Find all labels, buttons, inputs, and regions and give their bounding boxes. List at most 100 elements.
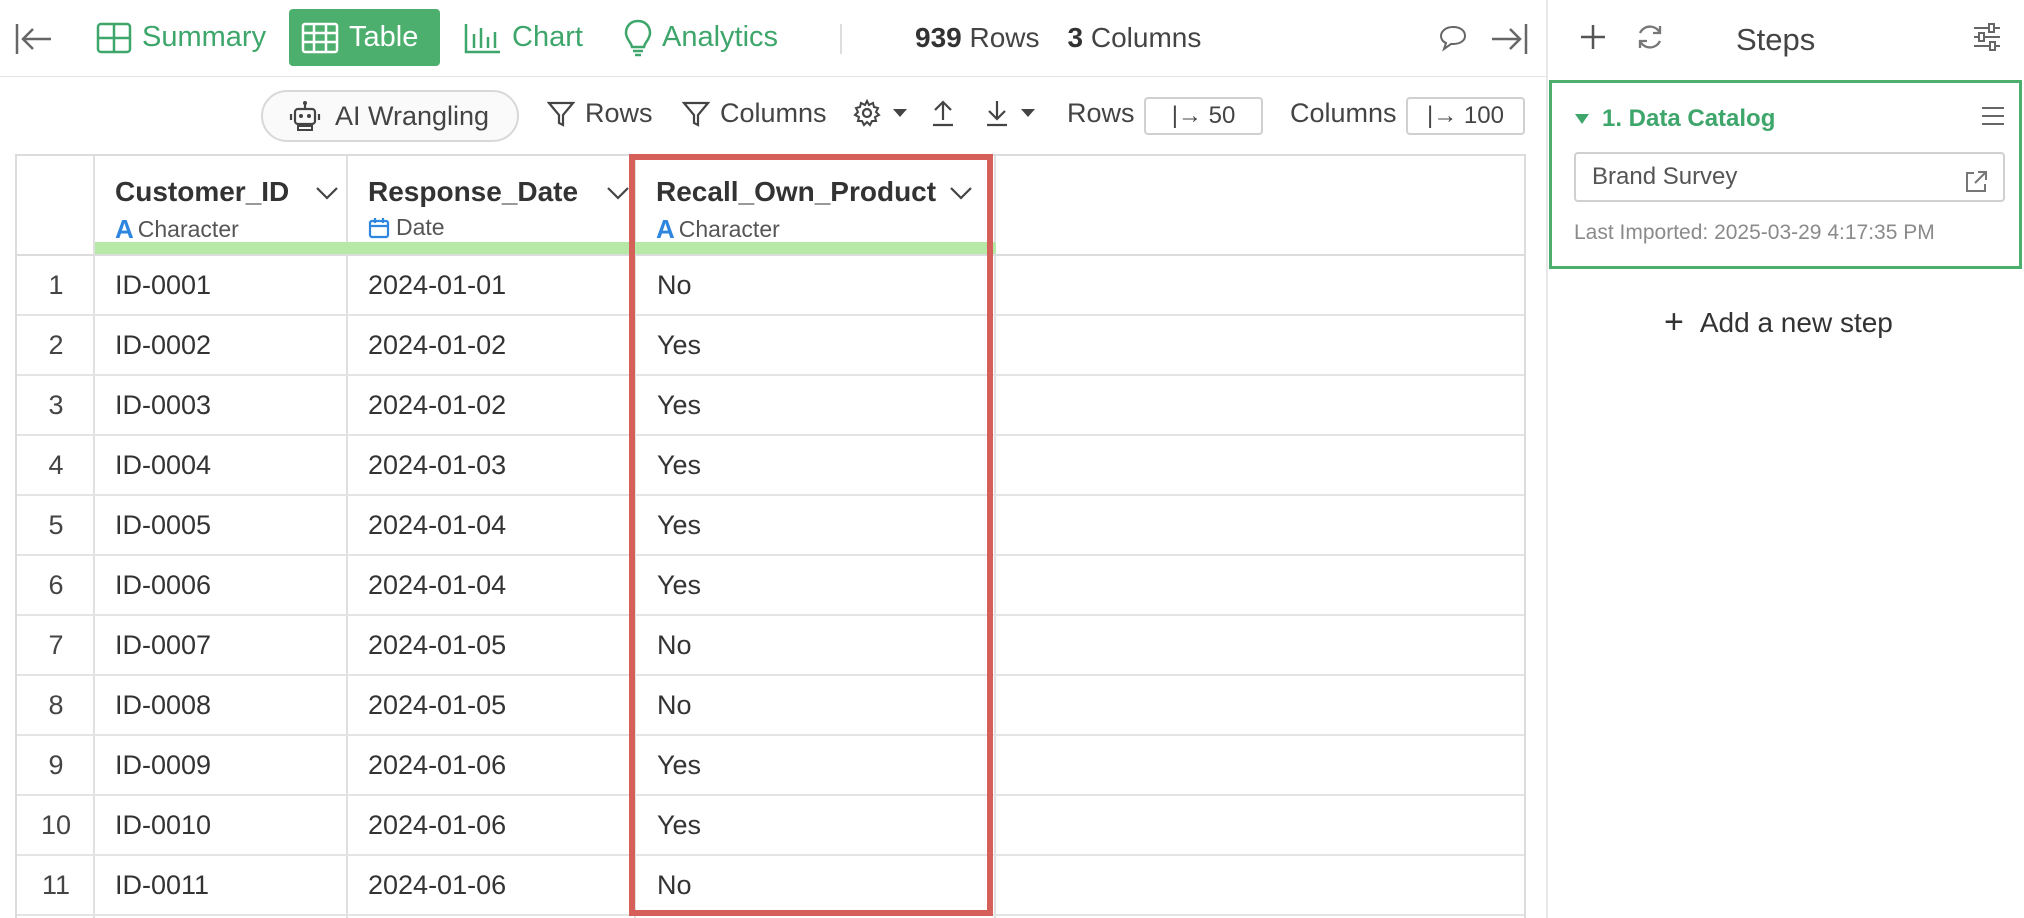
app-window: Summary Table Chart Analytics 939 Rows 3 … [0,0,2024,918]
customer-id-cell[interactable]: ID-0001 [115,256,211,314]
customer-id-cell[interactable]: ID-0008 [115,676,211,734]
catalog-source-name: Brand Survey [1592,163,1738,190]
response-date-cell[interactable]: 2024-01-06 [368,856,506,914]
chart-icon [464,23,500,53]
rows-limit-input[interactable]: |→ 50 [1144,97,1263,135]
caret-down-icon [893,109,907,117]
sliders-icon[interactable] [1972,22,2002,57]
collapse-right-icon[interactable] [1489,22,1529,61]
column-type: Date [368,214,445,241]
response-date-cell[interactable]: 2024-01-02 [368,376,506,434]
customer-id-cell[interactable]: ID-0010 [115,796,211,854]
collapse-triangle-icon[interactable] [1574,113,1590,125]
plus-icon: + [1664,303,1684,341]
column-name: Customer_ID [115,176,290,207]
rows-filter-label: Rows [585,98,653,128]
top-bar: Summary Table Chart Analytics 939 Rows 3 … [0,0,1546,77]
download-menu-button[interactable] [984,98,1046,128]
add-new-step-button[interactable]: + Add a new step [1664,303,1893,342]
row-column-count: 939 Rows 3 Columns [915,22,1201,54]
customer-id-cell[interactable]: ID-0007 [115,616,211,674]
response-date-cell[interactable]: 2024-01-05 [368,616,506,674]
row-index-cell: 11 [41,870,71,900]
chevron-down-icon[interactable] [606,186,630,200]
columns-count-label: Columns [1090,22,1202,53]
selected-column-highlight [629,154,993,916]
download-icon [987,101,1007,127]
response-date-cell[interactable]: 2024-01-02 [368,316,506,374]
panel-splitter[interactable] [1546,0,1548,918]
response-date-cell[interactable]: 2024-01-06 [368,796,506,854]
customer-id-cell[interactable]: ID-0002 [115,316,211,374]
columns-filter-button[interactable]: Columns [682,98,827,129]
upload-button[interactable] [930,98,966,128]
column-type: A Character [115,214,239,245]
refresh-icon[interactable] [1634,22,1666,57]
row-index-cell: 9 [48,750,64,780]
column-type-label: Character [137,216,239,242]
tab-summary-label: Summary [142,21,267,53]
external-link-icon[interactable] [1963,165,1989,211]
collapse-left-icon[interactable] [14,22,54,56]
catalog-source-field[interactable]: Brand Survey [1574,152,2005,202]
tab-analytics[interactable]: Analytics [612,9,790,66]
last-imported-timestamp: Last Imported: 2025-03-29 4:17:35 PM [1574,221,1935,244]
comment-icon[interactable] [1438,24,1468,57]
steps-panel-header: Steps [1548,0,2024,77]
columns-limit-label: Columns [1290,98,1397,128]
character-type-icon: A [115,214,134,244]
steps-title: Steps [1736,22,1816,57]
row-index-cell: 8 [48,690,64,720]
tab-table-label: Table [349,21,419,53]
ai-wrangling-button[interactable]: AI Wrangling [261,90,519,142]
lightbulb-icon [624,19,652,56]
divider [840,24,842,54]
add-new-step-label: Add a new step [1699,306,1893,338]
tab-analytics-label: Analytics [662,21,779,53]
response-date-cell[interactable]: 2024-01-04 [368,556,506,614]
tab-table[interactable]: Table [289,9,440,66]
chevron-down-icon[interactable] [315,186,339,200]
plus-icon[interactable] [1578,22,1608,57]
columns-limit-input[interactable]: |→ 100 [1406,97,1525,135]
calendar-icon [368,217,390,238]
row-index-cell: 10 [40,810,72,840]
response-date-cell[interactable]: 2024-01-03 [368,436,506,494]
customer-id-cell[interactable]: ID-0003 [115,376,211,434]
customer-id-cell[interactable]: ID-0006 [115,556,211,614]
step-title: 1. Data Catalog [1602,105,1776,132]
table-icon [301,22,339,53]
customer-id-cell[interactable]: ID-0004 [115,436,211,494]
response-date-cell[interactable]: 2024-01-05 [368,676,506,734]
rows-count: 939 [915,22,962,53]
tab-chart-label: Chart [512,21,583,53]
row-index-cell: 5 [48,510,64,540]
settings-menu-button[interactable] [852,98,918,128]
columns-count: 3 [1067,22,1084,53]
columns-filter-label: Columns [720,98,827,128]
row-index-cell: 3 [48,390,64,420]
column-header-response-date[interactable]: Response_Date Date [348,156,636,256]
hamburger-menu-icon[interactable] [1980,105,2006,132]
customer-id-cell[interactable]: ID-0005 [115,496,211,554]
rows-filter-button[interactable]: Rows [547,98,653,129]
rows-count-label: Rows [969,22,1040,53]
column-header-customer-id[interactable]: Customer_ID A Character [95,156,348,256]
filter-icon [682,101,710,127]
tab-chart[interactable]: Chart [452,9,595,66]
response-date-cell[interactable]: 2024-01-01 [368,256,506,314]
caret-down-icon [1021,109,1035,117]
customer-id-cell[interactable]: ID-0011 [115,856,209,914]
customer-id-cell[interactable]: ID-0009 [115,736,211,794]
gear-icon [853,98,881,127]
step-card-data-catalog[interactable]: 1. Data Catalog Brand Survey Last Import… [1549,80,2022,269]
tab-summary[interactable]: Summary [84,9,278,66]
robot-icon [289,101,321,131]
row-index-cell: 6 [48,570,64,600]
filter-icon [547,101,575,127]
summary-grid-icon [96,22,132,53]
column-type-label: Date [396,214,445,240]
row-index-cell: 4 [48,450,64,480]
response-date-cell[interactable]: 2024-01-04 [368,496,506,554]
response-date-cell[interactable]: 2024-01-06 [368,736,506,794]
